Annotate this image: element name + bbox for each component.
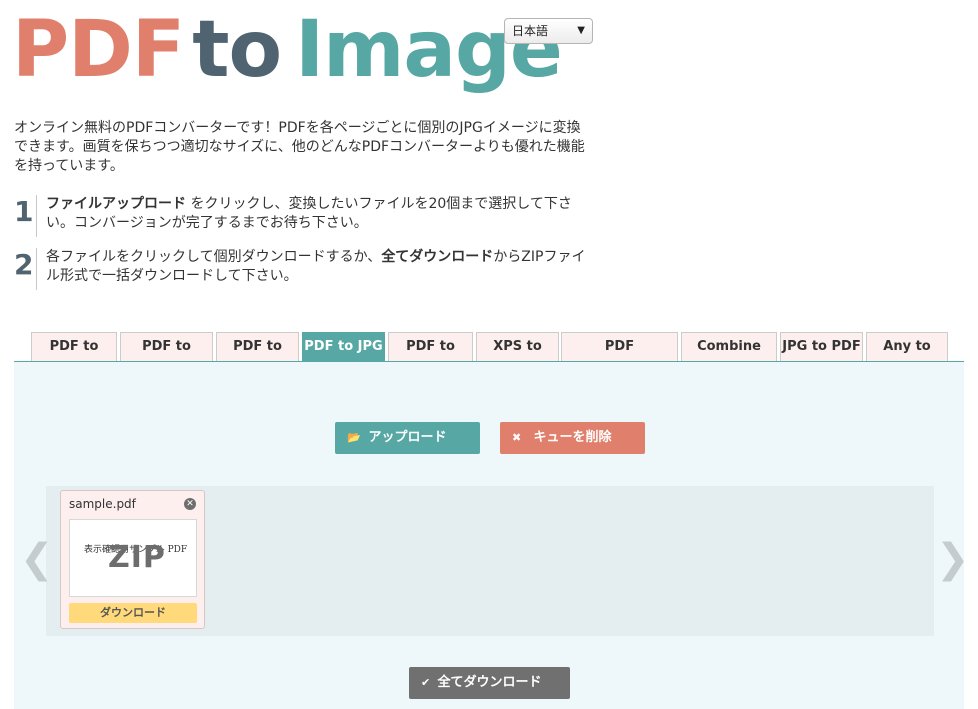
tab-combine-pdf[interactable]: Combine PDF: [681, 332, 777, 382]
tab-pdf-to-text[interactable]: PDF to Text: [216, 332, 299, 382]
step-number: 2: [14, 248, 34, 281]
upload-button[interactable]: 📂 アップロード: [335, 422, 480, 454]
file-name: sample.pdf: [69, 497, 136, 511]
tab-pdf-to-png[interactable]: PDF to PNG: [388, 332, 473, 382]
file-card: sample.pdf ✕ 表示確認用サンプル PDF ZIP ダウンロード: [60, 490, 205, 629]
download-button[interactable]: ダウンロード: [69, 603, 197, 623]
step-text: 各ファイルをクリックして個別ダウンロードするか、全てダウンロードからZIPファイ…: [46, 248, 596, 286]
clear-queue-button[interactable]: ✖ キューを削除: [500, 422, 645, 454]
tab-any-to-pdf[interactable]: Any to PDF: [866, 332, 948, 382]
folder-open-icon: 📂: [347, 431, 361, 444]
chevron-down-icon: ▼: [577, 25, 585, 36]
tab-pdf-to-docx[interactable]: PDF to DOCX: [120, 332, 213, 382]
step-pre: 各ファイルをクリックして個別ダウンロードするか、: [46, 249, 382, 265]
language-selected: 日本語: [512, 24, 549, 38]
logo[interactable]: PDF to Image: [12, 4, 563, 96]
close-icon: ✖: [512, 431, 522, 444]
logo-pdf: PDF: [12, 5, 185, 95]
step-divider: [36, 195, 37, 237]
step-divider: [36, 248, 37, 290]
language-select[interactable]: 日本語 ▼: [504, 18, 593, 44]
step-bold: ファイルアップロード: [46, 196, 186, 212]
thumbnail-zip-label: ZIP: [108, 540, 166, 575]
check-icon: ✔: [421, 676, 431, 689]
file-thumbnail[interactable]: 表示確認用サンプル PDF ZIP: [69, 519, 197, 597]
step-2: 2 各ファイルをクリックして個別ダウンロードするか、全てダウンロードからZIPフ…: [14, 248, 599, 292]
prev-arrow-icon[interactable]: ❮: [20, 536, 54, 582]
step-bold: 全てダウンロード: [381, 249, 494, 265]
clear-queue-label: キューを削除: [533, 430, 612, 445]
step-text: ファイルアップロード をクリックし、変換したいファイルを20個まで選択して下さい…: [46, 195, 596, 233]
upload-label: アップロード: [368, 430, 447, 445]
next-arrow-icon[interactable]: ❯: [936, 536, 970, 582]
converter-tabs: PDF to DOC PDF to DOCX PDF to Text PDF t…: [14, 330, 964, 382]
tab-pdf-to-doc[interactable]: PDF to DOC: [31, 332, 117, 382]
intro-text: オンライン無料のPDFコンバーターです！PDFを各ページごとに個別のJPGイメー…: [14, 120, 585, 174]
step-number: 1: [14, 195, 34, 228]
tab-pdf-compressor[interactable]: PDF Compressor: [561, 332, 678, 382]
close-circle-icon[interactable]: ✕: [184, 498, 196, 510]
tab-pdf-to-jpg[interactable]: PDF to JPG: [302, 332, 385, 361]
download-all-label: 全てダウンロード: [437, 675, 542, 690]
download-all-button[interactable]: ✔ 全てダウンロード: [409, 667, 570, 699]
tab-jpg-to-pdf[interactable]: JPG to PDF: [780, 332, 863, 361]
step-1: 1 ファイルアップロード をクリックし、変換したいファイルを20個まで選択して下…: [14, 195, 599, 239]
tab-xps-to-pdf[interactable]: XPS to PDF: [476, 332, 559, 382]
logo-to: to: [192, 5, 282, 95]
